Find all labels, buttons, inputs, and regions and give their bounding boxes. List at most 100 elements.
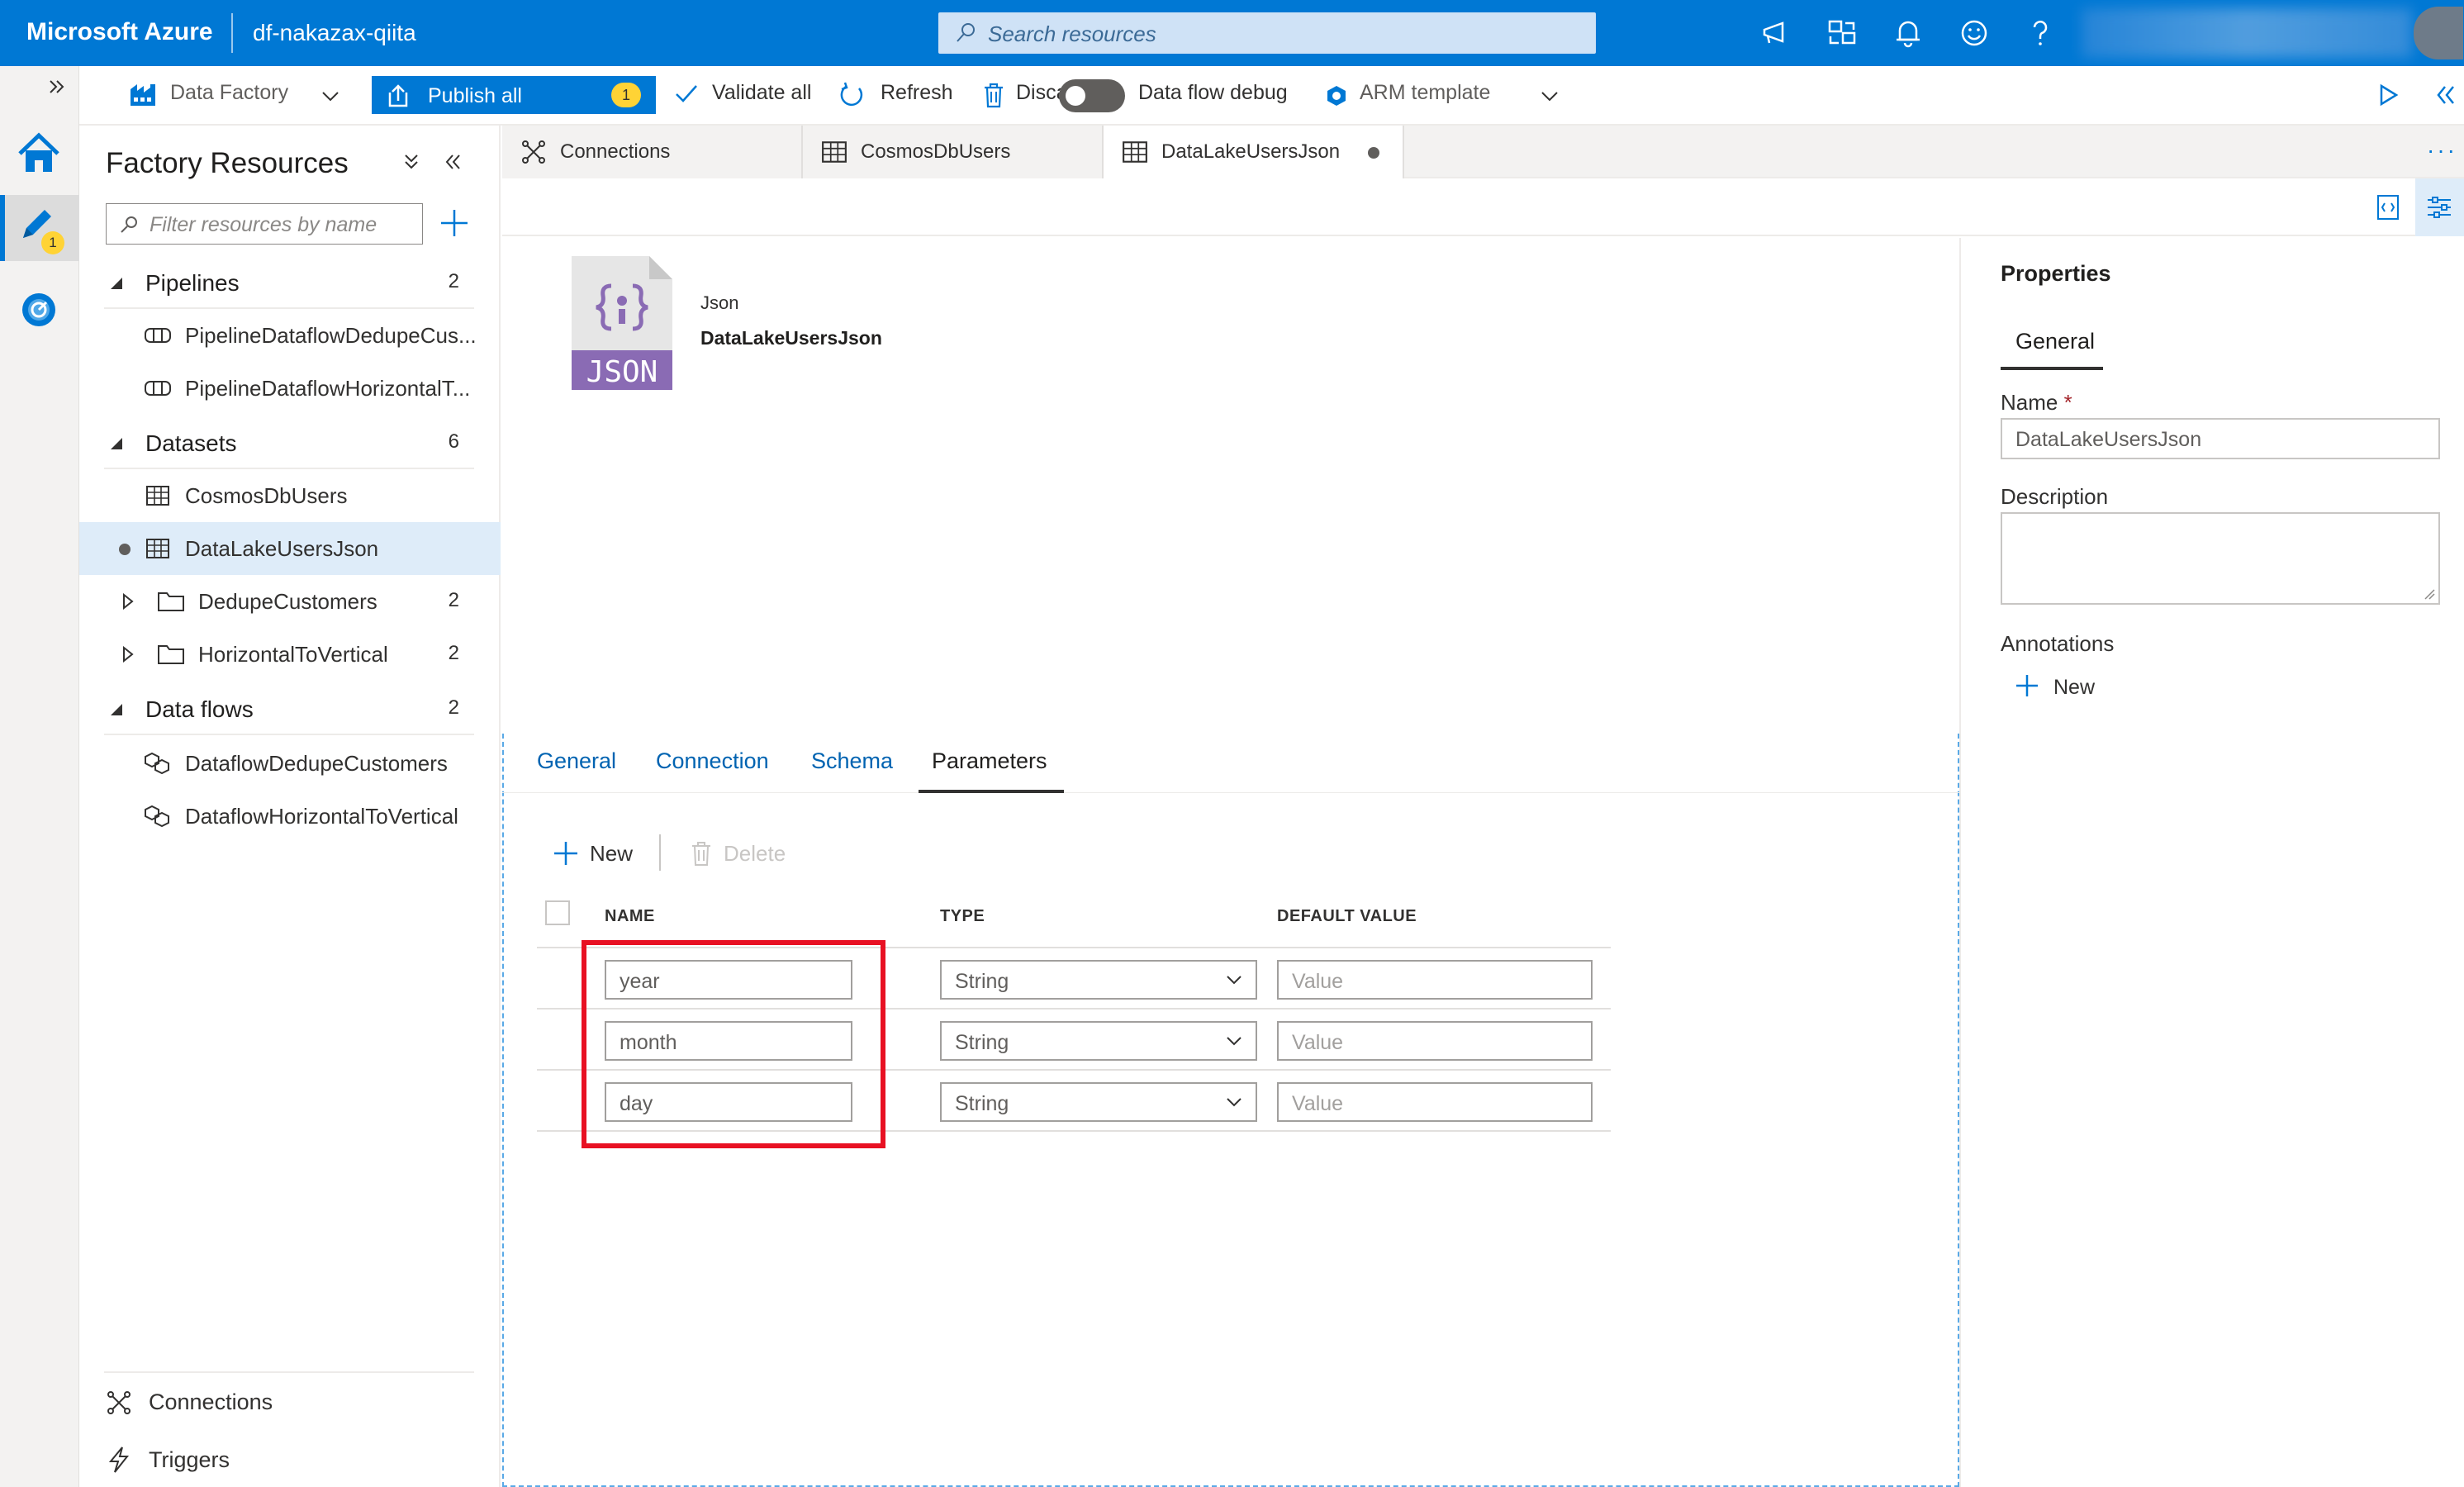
tab-parameters[interactable]: Parameters xyxy=(932,748,1047,774)
tree-group-pipelines[interactable]: Pipelines 2 xyxy=(79,256,501,309)
smiley-icon[interactable] xyxy=(1958,17,1991,50)
tree-folder-count: 2 xyxy=(448,642,459,664)
search-icon xyxy=(957,23,975,42)
account-info[interactable] xyxy=(2082,8,2412,58)
dataset-name: DataLakeUsersJson xyxy=(700,327,882,349)
chevron-down-icon[interactable] xyxy=(320,86,340,106)
parameter-default-input[interactable]: Value xyxy=(1277,1021,1593,1061)
json-icon-text: JSON xyxy=(586,355,658,389)
tree-group-label: Datasets xyxy=(145,430,237,456)
tree-group-datasets[interactable]: Datasets 6 xyxy=(79,416,501,469)
bell-icon[interactable] xyxy=(1892,17,1925,50)
select-all-checkbox[interactable] xyxy=(545,900,570,925)
rail-home[interactable] xyxy=(0,121,79,187)
folder-icon xyxy=(158,592,184,611)
parameter-default-input[interactable]: Value xyxy=(1277,960,1593,1000)
factory-name[interactable]: df-nakazax-qiita xyxy=(253,20,416,46)
code-view-icon[interactable] xyxy=(2376,193,2400,221)
top-header: Microsoft Azure df-nakazax-qiita Search … xyxy=(0,0,2464,66)
new-annotation-button[interactable]: New xyxy=(2014,667,2129,704)
arm-template-button[interactable]: ARM template xyxy=(1360,81,1490,105)
tree-item-dataflow[interactable]: DataflowHorizontalToVertical xyxy=(79,790,501,843)
tree-item-dataset[interactable]: CosmosDbUsers xyxy=(79,469,501,522)
collapse-all-icon[interactable] xyxy=(401,152,421,172)
help-icon[interactable] xyxy=(2024,17,2057,50)
add-resource-icon[interactable] xyxy=(438,207,471,240)
avatar[interactable] xyxy=(2414,7,2463,59)
search-input[interactable]: Search resources xyxy=(938,12,1596,54)
properties-tab-general[interactable]: General xyxy=(2015,329,2095,354)
checkmark-icon xyxy=(676,85,697,102)
tree-item-dataset-selected[interactable]: DataLakeUsersJson xyxy=(79,522,501,575)
parameter-type-select[interactable]: String xyxy=(940,960,1257,1000)
tab-general[interactable]: General xyxy=(537,748,616,774)
properties-title: Properties xyxy=(2001,261,2111,286)
editor-tabstrip: Connections CosmosDbUsers DataLakeUsersJ… xyxy=(502,126,2464,178)
data-flow-debug-label: Data flow debug xyxy=(1138,81,1288,104)
tree-item-label: CosmosDbUsers xyxy=(185,483,348,508)
caret-right-icon xyxy=(123,593,134,610)
parameter-type-select[interactable]: String xyxy=(940,1082,1257,1122)
description-textarea[interactable] xyxy=(2001,512,2440,605)
triggers-link[interactable]: Triggers xyxy=(106,1439,436,1480)
tree-folder-horizontaltovertical[interactable]: HorizontalToVertical 2 xyxy=(79,628,501,681)
expand-rail-icon[interactable] xyxy=(46,76,68,97)
tree-group-dataflows[interactable]: Data flows 2 xyxy=(79,682,501,735)
data-flow-debug-toggle[interactable] xyxy=(1059,79,1125,112)
properties-toggle[interactable] xyxy=(2415,178,2464,236)
filter-resources-input[interactable]: Filter resources by name xyxy=(106,203,423,245)
collapse-left-icon[interactable] xyxy=(2433,83,2458,107)
parameter-default-input[interactable]: Value xyxy=(1277,1082,1593,1122)
tree-folder-dedupecustomers[interactable]: DedupeCustomers 2 xyxy=(79,575,501,628)
left-rail: 1 xyxy=(0,66,79,1487)
refresh-button[interactable]: Refresh xyxy=(881,81,953,105)
collapse-panel-icon[interactable] xyxy=(443,152,463,172)
tree-folder-label: HorizontalToVertical xyxy=(198,642,388,667)
name-label-text: Name xyxy=(2001,390,2058,415)
play-icon[interactable] xyxy=(2376,83,2400,107)
unsaved-dot[interactable] xyxy=(1368,147,1379,159)
connections-link[interactable]: Connections xyxy=(106,1381,436,1423)
validate-all-button[interactable]: Validate all xyxy=(712,81,811,105)
publish-all-label: Publish all xyxy=(428,84,522,107)
upload-icon xyxy=(388,84,408,107)
table-icon xyxy=(822,141,847,163)
tab-label: Connections xyxy=(560,140,671,163)
rail-monitor[interactable] xyxy=(0,278,79,344)
connections-label: Connections xyxy=(149,1390,273,1414)
chevron-down-icon[interactable] xyxy=(1540,86,1560,106)
tree-item-dataflow[interactable]: DataflowDedupeCustomers xyxy=(79,737,501,790)
tree-item-pipeline[interactable]: PipelineDataflowDedupeCus... xyxy=(79,309,501,362)
tree-item-pipeline[interactable]: PipelineDataflowHorizontalT... xyxy=(79,362,501,415)
resize-handle-icon[interactable] xyxy=(2424,588,2435,600)
table-icon xyxy=(1123,141,1147,163)
chevron-down-icon xyxy=(1227,976,1241,985)
tab-connections[interactable]: Connections xyxy=(502,126,803,178)
tree-folder-label: DedupeCustomers xyxy=(198,589,377,614)
factory-resources-panel: Factory Resources Filter resources by na… xyxy=(79,126,501,1487)
name-input[interactable]: DataLakeUsersJson xyxy=(2001,418,2440,459)
tab-schema[interactable]: Schema xyxy=(811,748,893,774)
tree-item-label: DataflowHorizontalToVertical xyxy=(185,804,458,829)
tab-cosmosdbusers[interactable]: CosmosDbUsers xyxy=(803,126,1104,178)
megaphone-icon[interactable] xyxy=(1759,17,1792,50)
dataflow-icon xyxy=(145,805,169,828)
publish-all-button[interactable]: Publish all 1 xyxy=(372,76,656,114)
brand-title[interactable]: Microsoft Azure xyxy=(26,18,213,46)
lightning-icon xyxy=(108,1447,130,1473)
column-header-type: TYPE xyxy=(940,907,985,925)
tree-group-count: 2 xyxy=(448,696,459,719)
parameter-type-select[interactable]: String xyxy=(940,1021,1257,1061)
rail-author[interactable]: 1 xyxy=(0,195,79,261)
connections-icon xyxy=(522,140,545,164)
new-parameter-button[interactable]: New xyxy=(548,833,648,874)
delete-parameter-button[interactable]: Delete xyxy=(686,833,801,874)
data-factory-label[interactable]: Data Factory xyxy=(170,81,288,105)
parameter-default-placeholder: Value xyxy=(1292,970,1344,993)
tab-datalakeusersjson[interactable]: DataLakeUsersJson xyxy=(1104,126,1404,178)
directory-switch-icon[interactable] xyxy=(1825,17,1859,50)
more-tabs-icon[interactable]: ··· xyxy=(2427,137,2457,164)
table-icon xyxy=(146,486,169,506)
tab-connection[interactable]: Connection xyxy=(656,748,769,774)
parameter-type-value: String xyxy=(955,970,1009,993)
